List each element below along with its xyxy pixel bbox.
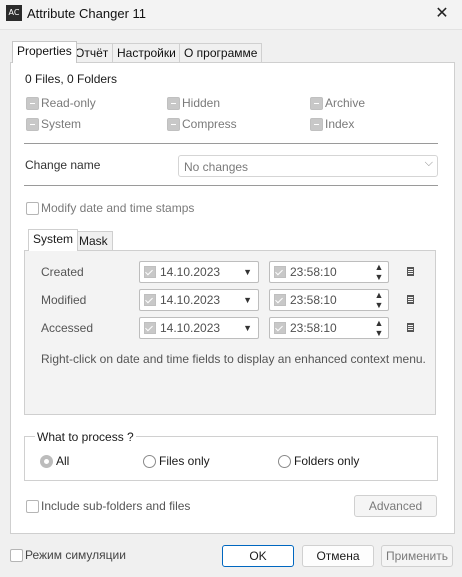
ok-button[interactable]: OK (222, 545, 294, 567)
modified-date-value: 14.10.2023 (160, 293, 221, 307)
accessed-date-value: 14.10.2023 (160, 321, 221, 335)
calendar-icon[interactable] (407, 295, 414, 304)
files-only-radio[interactable] (143, 455, 156, 468)
change-name-value: No changes (184, 160, 249, 174)
modified-time-picker[interactable]: 23:58:10 ▲ ▼ (269, 289, 389, 311)
index-checkbox[interactable] (310, 118, 323, 131)
dropdown-arrow-icon[interactable]: ▼ (243, 323, 252, 333)
change-name-label: Change name (25, 158, 101, 172)
compress-checkbox[interactable] (167, 118, 180, 131)
accessed-date-picker[interactable]: 14.10.2023 ▼ (139, 317, 259, 339)
compress-label: Compress (182, 117, 237, 131)
app-logo-icon: AC (6, 5, 22, 21)
advanced-button[interactable]: Advanced (354, 495, 437, 517)
folders-only-label: Folders only (294, 454, 360, 468)
all-label: All (56, 454, 70, 468)
spinner-icon[interactable]: ▲ ▼ (373, 262, 385, 282)
chevron-down-icon: ⌵ (424, 157, 433, 169)
simulation-checkbox[interactable] (10, 549, 23, 562)
modified-time-checkbox[interactable] (274, 294, 286, 306)
dropdown-arrow-icon[interactable]: ▼ (243, 267, 252, 277)
modify-stamps-label: Modify date and time stamps (41, 201, 195, 215)
read-only-checkbox[interactable] (26, 97, 39, 110)
modified-date-checkbox[interactable] (144, 294, 156, 306)
divider (24, 143, 438, 144)
system-checkbox[interactable] (26, 118, 39, 131)
created-date-value: 14.10.2023 (160, 265, 221, 279)
modified-time-value: 23:58:10 (290, 293, 337, 307)
created-time-picker[interactable]: 23:58:10 ▲ ▼ (269, 261, 389, 283)
close-icon[interactable]: ✕ (430, 3, 454, 25)
accessed-label: Accessed (41, 321, 94, 335)
accessed-time-checkbox[interactable] (274, 322, 286, 334)
calendar-icon[interactable] (407, 267, 414, 276)
created-label: Created (41, 265, 84, 279)
all-radio[interactable] (40, 455, 53, 468)
apply-button[interactable]: Применить (381, 545, 453, 567)
include-subfolders-label: Include sub-folders and files (41, 499, 191, 513)
modified-date-picker[interactable]: 14.10.2023 ▼ (139, 289, 259, 311)
index-label: Index (325, 117, 355, 131)
system-label: System (41, 117, 82, 131)
context-menu-hint: Right-click on date and time fields to d… (41, 352, 426, 366)
read-only-label: Read-only (41, 96, 96, 110)
tab-mask[interactable]: Mask (74, 231, 113, 251)
window-title: Attribute Changer 11 (27, 6, 146, 21)
created-date-picker[interactable]: 14.10.2023 ▼ (139, 261, 259, 283)
folders-only-radio[interactable] (278, 455, 291, 468)
divider (24, 185, 438, 186)
spinner-icon[interactable]: ▲ ▼ (373, 318, 385, 338)
what-to-process-title: What to process ? (35, 430, 136, 444)
modified-label: Modified (41, 293, 87, 307)
tab-settings[interactable]: Настройки (112, 43, 181, 62)
change-name-select[interactable]: No changes ⌵ (178, 155, 438, 177)
files-only-label: Files only (159, 454, 210, 468)
accessed-time-value: 23:58:10 (290, 321, 337, 335)
dropdown-arrow-icon[interactable]: ▼ (243, 295, 252, 305)
cancel-button[interactable]: Отмена (302, 545, 374, 567)
tab-about[interactable]: О программе (179, 43, 263, 62)
spinner-icon[interactable]: ▲ ▼ (373, 290, 385, 310)
hidden-label: Hidden (182, 96, 221, 110)
archive-label: Archive (325, 96, 366, 110)
calendar-icon[interactable] (407, 323, 414, 332)
simulation-label: Режим симуляции (25, 548, 126, 562)
accessed-date-checkbox[interactable] (144, 322, 156, 334)
hidden-checkbox[interactable] (167, 97, 180, 110)
created-time-value: 23:58:10 (290, 265, 337, 279)
archive-checkbox[interactable] (310, 97, 323, 110)
created-time-checkbox[interactable] (274, 266, 286, 278)
tab-system[interactable]: System (28, 229, 79, 251)
modify-stamps-checkbox[interactable] (26, 202, 39, 215)
accessed-time-picker[interactable]: 23:58:10 ▲ ▼ (269, 317, 389, 339)
include-subfolders-checkbox[interactable] (26, 500, 39, 513)
title-bar: AC Attribute Changer 11 ✕ (0, 0, 462, 30)
files-summary: 0 Files, 0 Folders (25, 72, 118, 86)
created-date-checkbox[interactable] (144, 266, 156, 278)
tab-properties[interactable]: Properties (12, 41, 77, 63)
